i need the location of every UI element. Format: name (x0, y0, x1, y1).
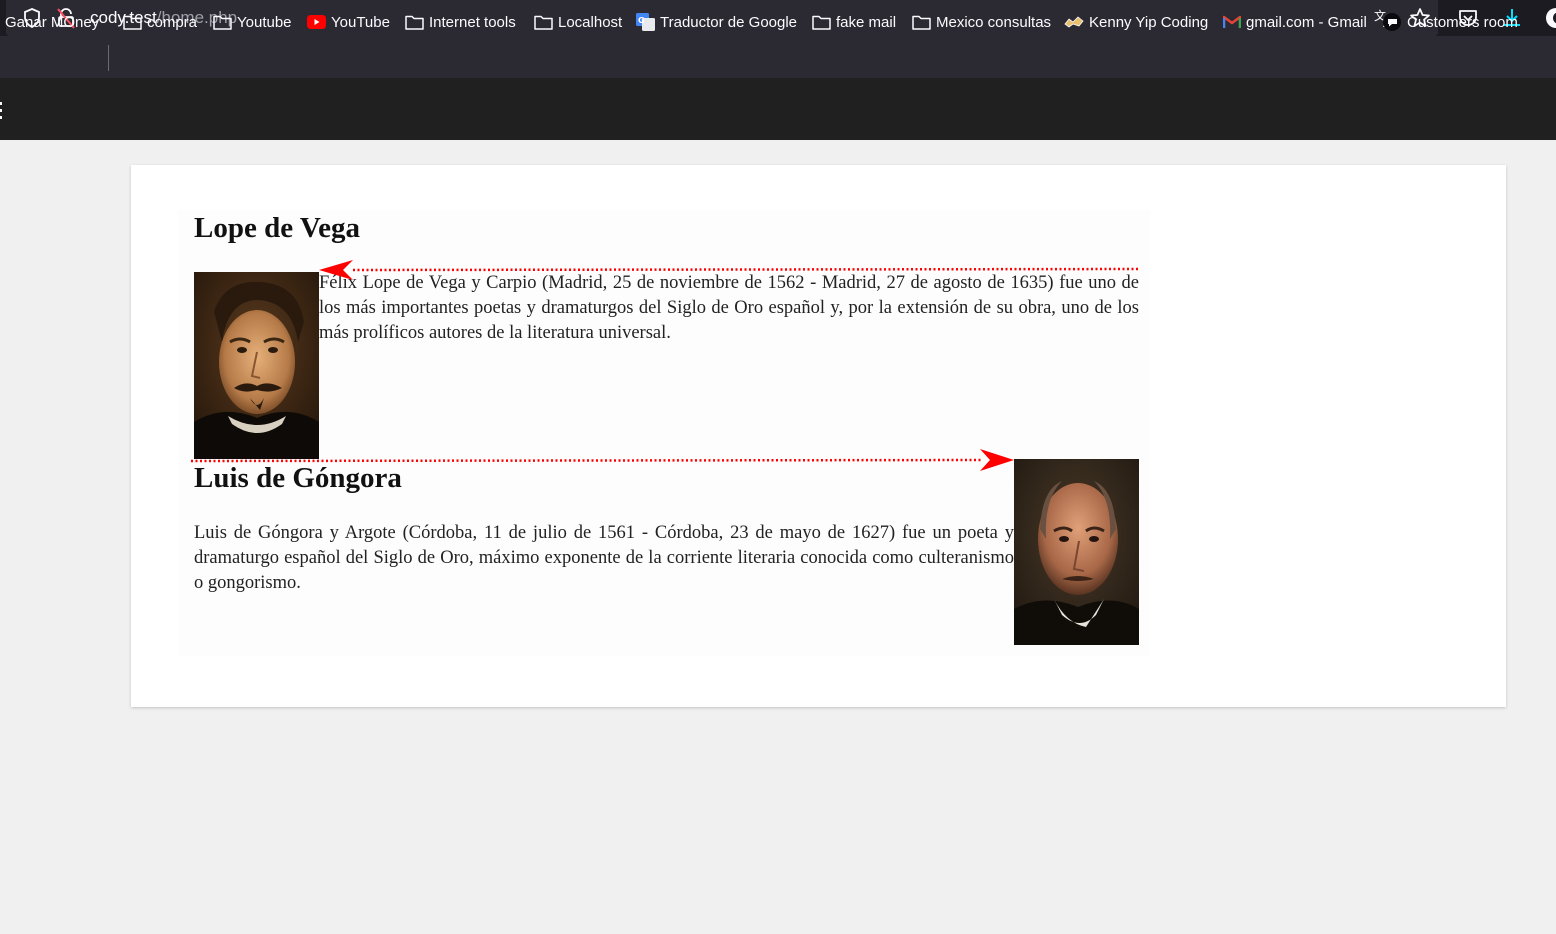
section-text-lope-de-vega: Félix Lope de Vega y Carpio (Madrid, 25 … (319, 273, 1139, 343)
folder-icon (812, 15, 831, 30)
bookmark-folder-compra[interactable]: compra (123, 11, 197, 33)
bookmarks-toolbar (0, 36, 1556, 78)
portrait-lope-de-vega (194, 272, 319, 459)
bookmark-folder-internet-tools[interactable]: Internet tools (405, 11, 516, 33)
google-translate-icon: G (636, 13, 655, 31)
section-text-luis-de-gongora: Luis de Góngora y Argote (Córdoba, 11 de… (194, 523, 1014, 593)
bookmark-youtube[interactable]: YouTube (307, 11, 390, 33)
svg-text:G: G (638, 16, 645, 25)
bookmark-label: Kenny Yip Coding (1089, 13, 1209, 31)
bookmark-label: fake mail (836, 13, 897, 31)
portrait-luis-de-gongora (1014, 459, 1139, 645)
folder-icon (405, 15, 424, 30)
folder-icon (123, 15, 142, 30)
folder-icon (912, 15, 931, 30)
bookmark-label: Mexico consultas (936, 13, 1052, 31)
content-card: Lope de Vega Félix Lope de Vega y Carpio… (131, 165, 1506, 707)
section-title-luis-de-gongora: Luis de Góngora (194, 462, 402, 494)
bookmark-customers-room[interactable]: Customers room (1383, 11, 1518, 33)
bookmark-google-translate[interactable]: G Traductor de Google (636, 11, 797, 33)
kenny-icon (1064, 16, 1084, 28)
folder-icon (213, 15, 232, 30)
bookmark-kenny-yip-coding[interactable]: Kenny Yip Coding (1064, 11, 1208, 33)
bookmark-gmail[interactable]: gmail.com - Gmail (1223, 11, 1367, 33)
bookmark-ganar-money[interactable]: Ganar MOney (5, 11, 99, 33)
bookmark-folder-youtube[interactable]: Youtube (213, 11, 292, 33)
bookmark-label: compra (147, 13, 198, 31)
bookmark-label: Traductor de Google (660, 13, 798, 31)
bookmarks-separator (108, 45, 109, 71)
bookmark-label: YouTube (331, 13, 390, 31)
bookmark-label: Localhost (558, 13, 623, 31)
menu-icon[interactable] (0, 100, 5, 120)
site-header-bar (0, 78, 1556, 140)
youtube-icon (307, 15, 326, 29)
folder-icon (534, 15, 553, 30)
chat-bubble-icon (1383, 13, 1401, 31)
bookmark-label: Youtube (237, 13, 292, 31)
bookmark-folder-fake-mail[interactable]: fake mail (812, 11, 896, 33)
account-icon[interactable] (1544, 6, 1556, 30)
bookmark-label: Customers room (1407, 13, 1518, 31)
bookmark-label: Ganar MOney (5, 13, 100, 31)
bookmark-folder-mexico-consultas[interactable]: Mexico consultas (912, 11, 1051, 33)
bookmark-folder-localhost[interactable]: Localhost (534, 11, 622, 33)
bookmark-label: gmail.com - Gmail (1246, 13, 1367, 31)
gmail-icon (1223, 15, 1241, 28)
bookmark-label: Internet tools (429, 13, 516, 31)
section-title-lope-de-vega: Lope de Vega (194, 212, 360, 244)
